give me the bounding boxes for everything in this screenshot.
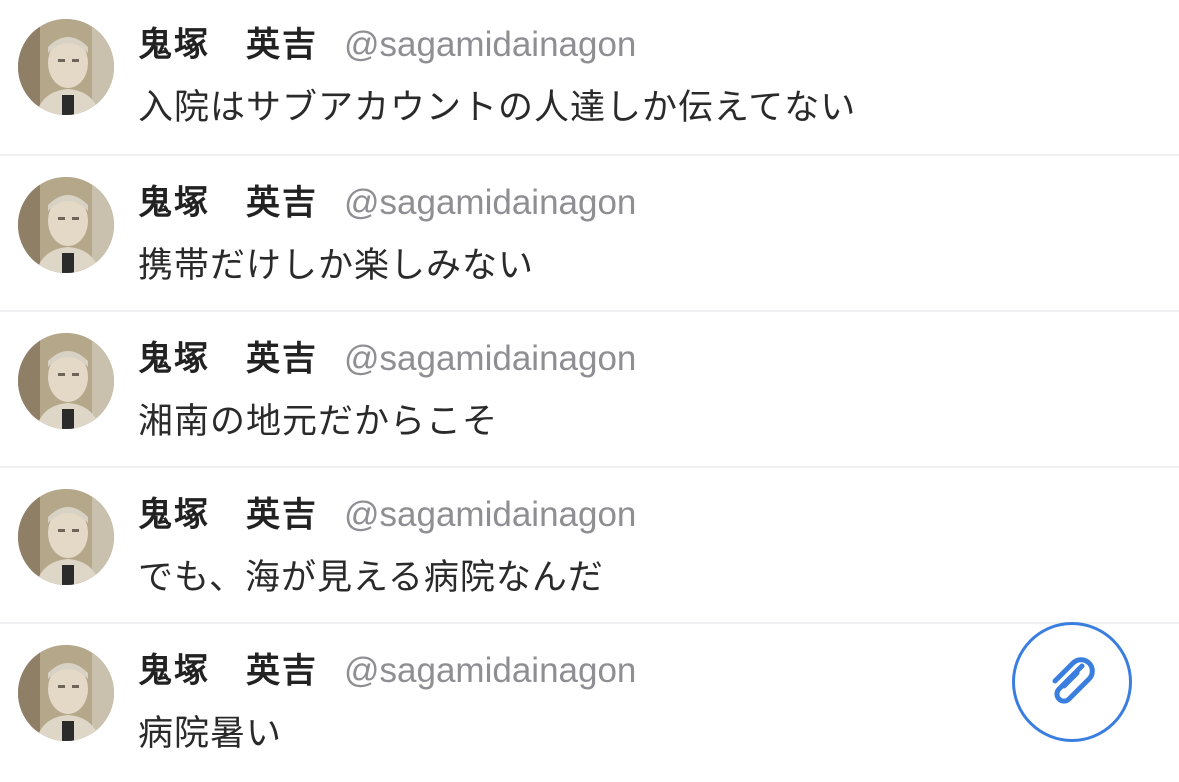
user-handle[interactable]: @sagamidainagon <box>344 25 636 64</box>
display-name[interactable]: 鬼塚 英吉 <box>138 25 318 65</box>
post-header: 鬼塚 英吉 @sagamidainagon <box>138 22 636 68</box>
user-handle[interactable]: @sagamidainagon <box>344 495 636 534</box>
post-item[interactable]: 鬼塚 英吉 @sagamidainagon でも、海が見える病院なんだ <box>0 470 1179 626</box>
display-name[interactable]: 鬼塚 英吉 <box>138 651 318 691</box>
post-header: 鬼塚 英吉 @sagamidainagon <box>138 180 636 226</box>
divider <box>0 310 1179 312</box>
avatar[interactable] <box>18 489 114 585</box>
post-text: でも、海が見える病院なんだ <box>138 558 604 598</box>
post-item[interactable]: 鬼塚 英吉 @sagamidainagon 入院はサブアカウントの人達しか伝えてな… <box>0 0 1179 156</box>
user-handle[interactable]: @sagamidainagon <box>344 339 636 378</box>
user-handle[interactable]: @sagamidainagon <box>344 651 636 690</box>
avatar[interactable] <box>18 177 114 273</box>
avatar[interactable] <box>18 333 114 429</box>
avatar[interactable] <box>18 645 114 741</box>
avatar[interactable] <box>18 19 114 115</box>
user-handle[interactable]: @sagamidainagon <box>344 183 636 222</box>
post-text: 携帯だけしか楽しみない <box>138 246 535 286</box>
post-text: 入院はサブアカウントの人達しか伝えてない <box>138 88 857 128</box>
display-name[interactable]: 鬼塚 英吉 <box>138 495 318 535</box>
divider <box>0 622 1179 624</box>
post-item[interactable]: 鬼塚 英吉 @sagamidainagon 湘南の地元だからこそ <box>0 314 1179 470</box>
divider <box>0 466 1179 468</box>
post-text: 病院暑い <box>138 714 283 754</box>
divider <box>0 154 1179 156</box>
display-name[interactable]: 鬼塚 英吉 <box>138 183 318 223</box>
post-text: 湘南の地元だからこそ <box>138 402 499 442</box>
attach-button[interactable] <box>1012 622 1132 742</box>
post-header: 鬼塚 英吉 @sagamidainagon <box>138 648 636 694</box>
post-item[interactable]: 鬼塚 英吉 @sagamidainagon 携帯だけしか楽しみない <box>0 158 1179 314</box>
post-header: 鬼塚 英吉 @sagamidainagon <box>138 336 636 382</box>
paperclip-icon <box>1052 657 1095 704</box>
post-item[interactable]: 鬼塚 英吉 @sagamidainagon 病院暑い <box>0 626 1179 782</box>
display-name[interactable]: 鬼塚 英吉 <box>138 339 318 379</box>
post-header: 鬼塚 英吉 @sagamidainagon <box>138 492 636 538</box>
